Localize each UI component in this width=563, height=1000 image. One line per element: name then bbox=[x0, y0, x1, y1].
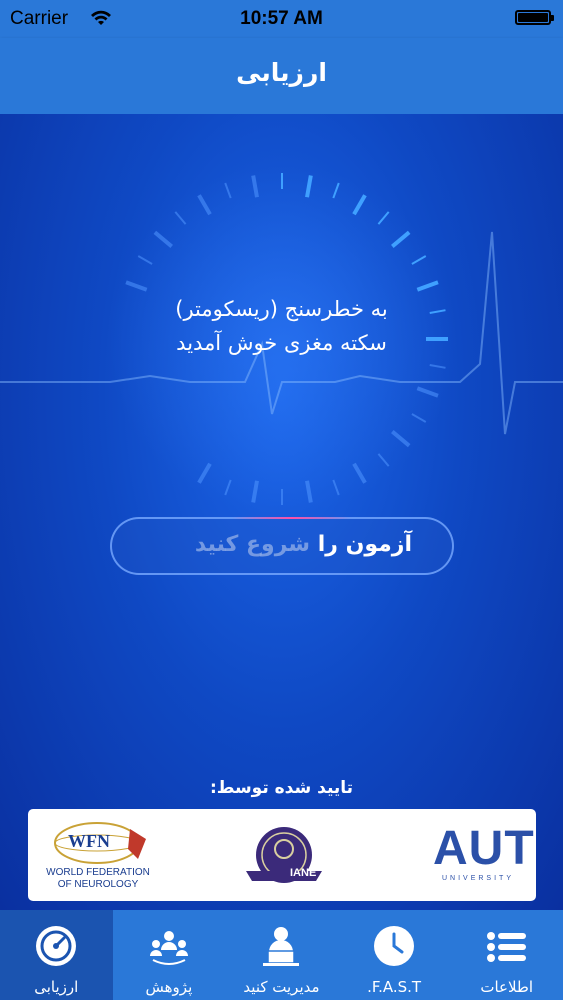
status-bar: Carrier 10:57 AM bbox=[0, 0, 563, 38]
endorser-logos: WFN WORLD FEDERATION OF NEUROLOGY IANE A… bbox=[28, 809, 536, 901]
start-button-highlight bbox=[232, 517, 352, 519]
people-icon bbox=[149, 931, 188, 965]
main-content: به خطرسنج (ریسکومتر) سکته مغزی خوش آمدید… bbox=[0, 114, 563, 910]
wfn-mark: WFN bbox=[68, 831, 110, 851]
tab-assessment[interactable]: ارزیابی bbox=[0, 910, 113, 1000]
welcome-line-1: به خطرسنج (ریسکومتر) bbox=[175, 297, 388, 321]
start-word-test: آزمون bbox=[345, 532, 412, 557]
tab-fast[interactable]: F.A.S.T. bbox=[338, 910, 451, 1000]
aut-mark: AUT bbox=[433, 822, 535, 875]
aut-subtitle: UNIVERSITY bbox=[441, 875, 514, 882]
battery-icon bbox=[515, 10, 554, 25]
tab-label: اطلاعات bbox=[480, 978, 534, 996]
start-word-ra: را bbox=[317, 532, 338, 557]
start-test-button[interactable]: آزمون را شروع کنید bbox=[110, 517, 454, 575]
tab-research[interactable]: پژوهش bbox=[113, 910, 226, 1000]
endorsed-by-label: تایید شده توسط: bbox=[209, 778, 354, 798]
list-icon bbox=[487, 932, 527, 962]
tab-bar: ارزیابی پژوهش مدیریت کنید F.A.S.T. اطلاع… bbox=[0, 910, 563, 1000]
tab-manage[interactable]: مدیریت کنید bbox=[225, 910, 338, 1000]
nav-bar: ارزیابی bbox=[0, 38, 563, 114]
gauge-icon bbox=[36, 926, 76, 966]
welcome-line-2: سکته مغزی خوش آمدید bbox=[176, 331, 387, 355]
tab-info[interactable]: اطلاعات bbox=[450, 910, 563, 1000]
tab-label: پژوهش bbox=[145, 978, 193, 996]
clock-icon bbox=[373, 926, 414, 966]
welcome-message: به خطرسنج (ریسکومتر) سکته مغزی خوش آمدید bbox=[0, 292, 563, 360]
wfn-line-1: WORLD FEDERATION bbox=[46, 867, 150, 878]
tab-label: ارزیابی bbox=[34, 978, 79, 996]
iane-mark: IANE bbox=[290, 867, 317, 879]
wfn-line-2: OF NEUROLOGY bbox=[57, 879, 139, 890]
user-laptop-icon bbox=[263, 927, 300, 966]
clock: 10:57 AM bbox=[240, 8, 323, 29]
start-word-begin: شروع کنید bbox=[194, 532, 311, 557]
wfn-caption: WORLD FEDERATION OF NEUROLOGY bbox=[38, 867, 158, 891]
start-button-label: آزمون را شروع کنید bbox=[112, 532, 412, 557]
page-title: ارزیابی bbox=[236, 58, 327, 87]
tab-label: F.A.S.T. bbox=[367, 978, 422, 996]
tab-label: مدیریت کنید bbox=[243, 978, 320, 996]
